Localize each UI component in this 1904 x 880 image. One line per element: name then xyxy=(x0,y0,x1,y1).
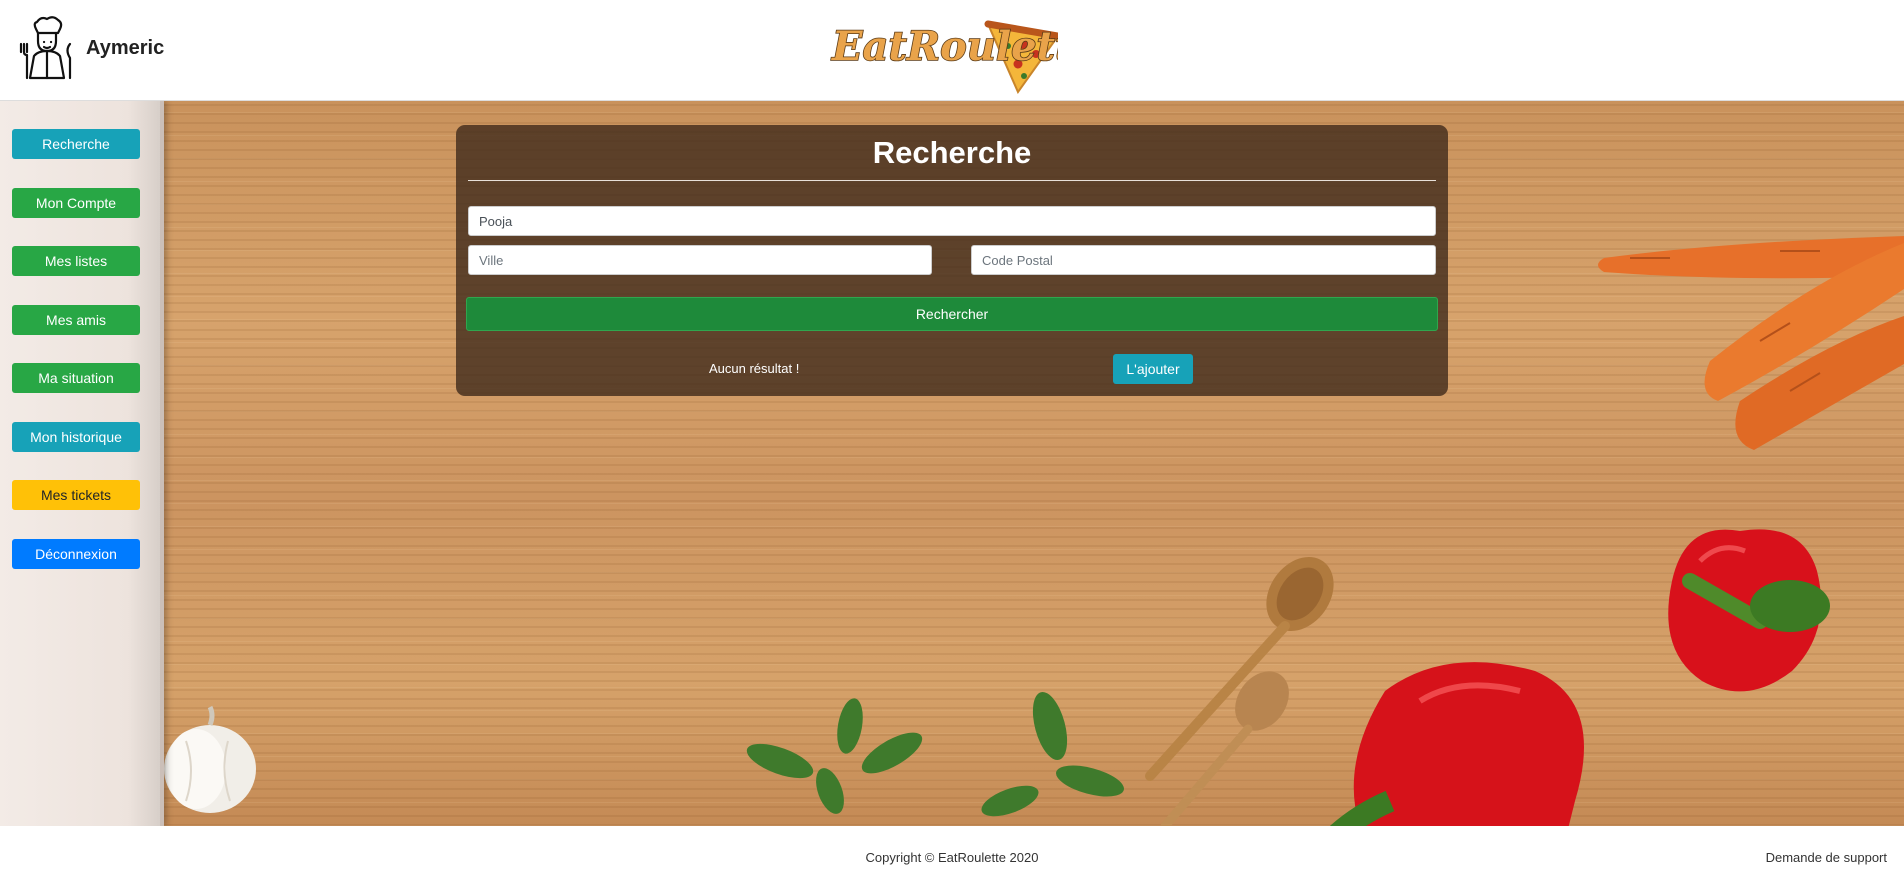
carrots-image xyxy=(1598,236,1904,450)
sidebar-item-mes-tickets[interactable]: Mes tickets xyxy=(12,480,140,510)
copyright-text: Copyright © EatRoulette 2020 xyxy=(865,850,1039,865)
red-pepper-right-image xyxy=(1668,529,1830,692)
page-title: Recherche xyxy=(872,135,1032,170)
title-divider xyxy=(468,180,1436,181)
footer: Copyright © EatRoulette 2020 Demande de … xyxy=(0,826,1904,880)
garlic-image xyxy=(164,705,256,813)
add-restaurant-button[interactable]: L'ajouter xyxy=(1113,354,1193,384)
sidebar-item-mes-amis[interactable]: Mes amis xyxy=(12,305,140,335)
top-header: Aymeric EatRoulette xyxy=(0,0,1904,101)
user-profile[interactable]: Aymeric xyxy=(18,16,164,80)
sidebar-item-ma-situation[interactable]: Ma situation xyxy=(12,363,140,393)
city-input[interactable] xyxy=(468,245,932,275)
wooden-spoons-image xyxy=(1145,556,1334,826)
sidebar-item-mon-historique[interactable]: Mon historique xyxy=(12,422,140,452)
support-link[interactable]: Demande de support xyxy=(1766,850,1887,865)
sidebar-item-mes-listes[interactable]: Mes listes xyxy=(12,246,140,276)
search-panel: Recherche Rechercher Aucun résultat ! L'… xyxy=(456,125,1448,396)
sidebar-item-mon-compte[interactable]: Mon Compte xyxy=(12,188,140,218)
basil-leaves-image xyxy=(746,691,1124,817)
sidebar-nav: Recherche Mon Compte Mes listes Mes amis… xyxy=(0,101,164,826)
restaurant-name-input[interactable] xyxy=(468,206,1436,236)
logo-text: EatRoulette xyxy=(831,23,1058,70)
red-pepper-image xyxy=(1329,662,1584,826)
logout-button[interactable]: Déconnexion xyxy=(12,539,140,569)
user-name: Aymeric xyxy=(86,36,165,59)
search-button[interactable]: Rechercher xyxy=(466,297,1438,331)
chef-avatar-icon xyxy=(18,16,76,80)
no-result-message: Aucun résultat ! xyxy=(709,361,800,376)
sidebar-item-recherche[interactable]: Recherche xyxy=(12,129,140,159)
postal-code-input[interactable] xyxy=(971,245,1436,275)
eatroulette-logo[interactable]: EatRoulette xyxy=(828,14,1100,95)
